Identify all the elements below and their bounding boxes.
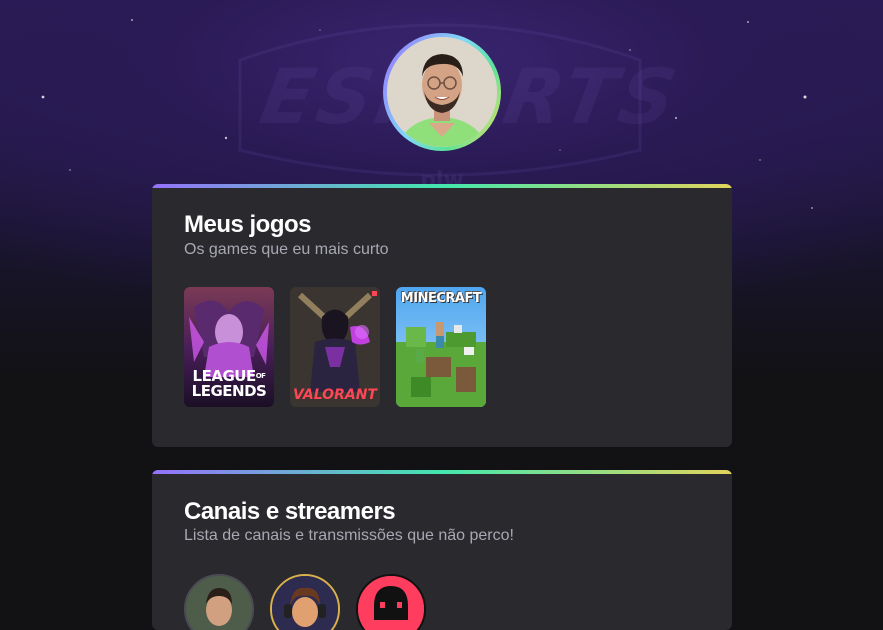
games-card: Meus jogos Os games que eu mais curto LE… [152,184,732,447]
of-word: OF [255,372,266,380]
minecraft-logo-text: MINECRAFT [400,291,482,306]
games-subtitle: Os games que eu mais curto [184,241,389,258]
profile-photo-icon [387,37,497,147]
channels-card: Canais e streamers Lista de canais e tra… [152,470,732,630]
streamer-avatar-2[interactable] [270,574,340,630]
streamer-photo-icon [186,576,252,630]
streamer-cartoon-icon [272,576,338,630]
valorant-logo-text: VALORANT [293,387,377,403]
profile-avatar[interactable] [383,33,501,151]
league-logo-text: LEAGUEOF LEGENDS [184,369,274,399]
streamer-avatar-3[interactable] [356,574,426,630]
game-minecraft[interactable]: MINECRAFT [396,287,486,407]
channels-title: Canais e streamers [184,498,396,525]
channels-subtitle: Lista de canais e transmissões que não p… [184,527,514,544]
games-title: Meus jogos [184,211,312,238]
game-valorant[interactable]: VALORANT [290,287,380,407]
streamer-mascot-icon [358,576,424,630]
game-league-of-legends[interactable]: LEAGUEOF LEGENDS [184,287,274,407]
legends-word: LEGENDS [191,382,267,400]
streamer-avatar-1[interactable] [184,574,254,630]
